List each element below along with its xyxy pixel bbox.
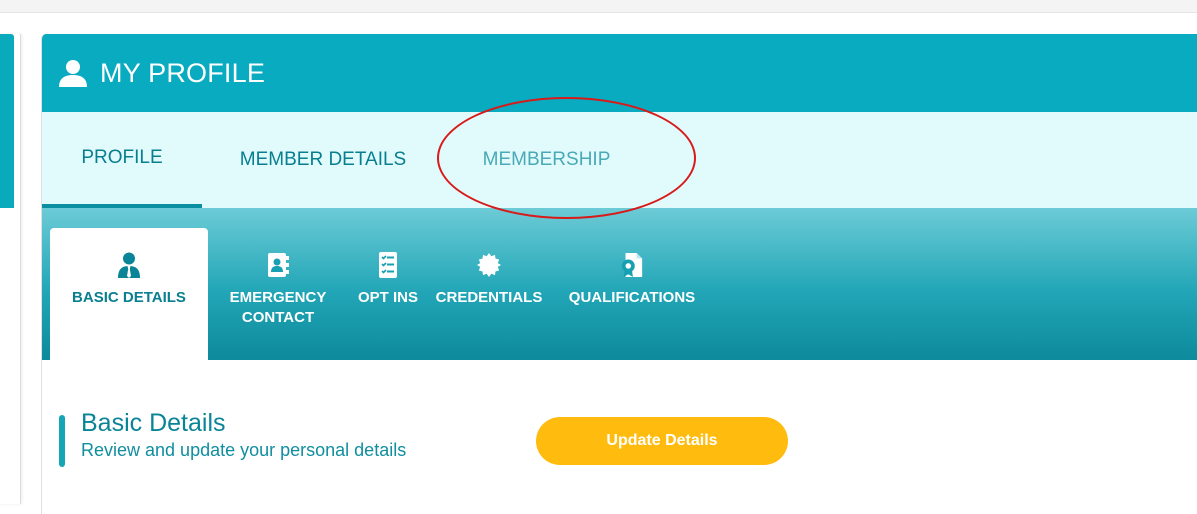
subtab-qualifications-label: QUALIFICATIONS [568,289,696,306]
left-panel-accent [0,34,14,208]
subtab-opt-ins[interactable]: OPT INS [358,228,418,360]
subtab-basic-details[interactable]: BASIC DETAILS [50,228,208,360]
tab-membership-label: MEMBERSHIP [482,149,611,170]
certificate-icon [621,253,643,277]
tab-membership[interactable]: MEMBERSHIP [444,112,649,208]
tab-member-details[interactable]: MEMBER DETAILS [202,112,444,208]
user-tie-icon [118,252,140,278]
card-header: MY PROFILE [42,34,1197,112]
profile-tabs: PROFILE MEMBER DETAILS MEMBERSHIP [42,112,1197,208]
section-title: Basic Details [81,409,226,437]
tab-profile-label: PROFILE [81,147,163,168]
tab-profile[interactable]: PROFILE [42,112,202,208]
profile-card: MY PROFILE PROFILE MEMBER DETAILS MEMBER… [41,34,1197,514]
left-side-panel [0,34,21,504]
contact-card-icon [268,253,289,277]
top-strip [0,0,1197,13]
section-subtitle: Review and update your personal details [81,440,407,460]
subtab-credentials[interactable]: CREDENTIALS [426,228,552,360]
badge-icon [477,253,501,277]
basic-details-section: Basic Details Review and update your per… [42,360,1197,500]
section-accent-bar [59,415,65,467]
tab-member-details-label: MEMBER DETAILS [239,149,407,170]
subtab-qualifications[interactable]: QUALIFICATIONS [552,228,712,360]
subtab-credentials-label: CREDENTIALS [435,289,543,306]
checklist-icon [379,252,397,278]
subtab-emergency-contact-label: EMERGENCY CONTACT [229,289,327,326]
update-details-button[interactable]: Update Details [536,417,788,465]
subtab-emergency-contact[interactable]: EMERGENCY CONTACT [208,228,348,360]
subtab-opt-ins-label: OPT INS [358,289,419,306]
subtab-basic-details-label: BASIC DETAILS [72,289,186,306]
page-title: MY PROFILE [100,57,266,88]
user-icon [59,60,87,87]
profile-subtabs: BASIC DETAILS EMERGENCY CONTACT OPT INS … [42,208,1197,360]
